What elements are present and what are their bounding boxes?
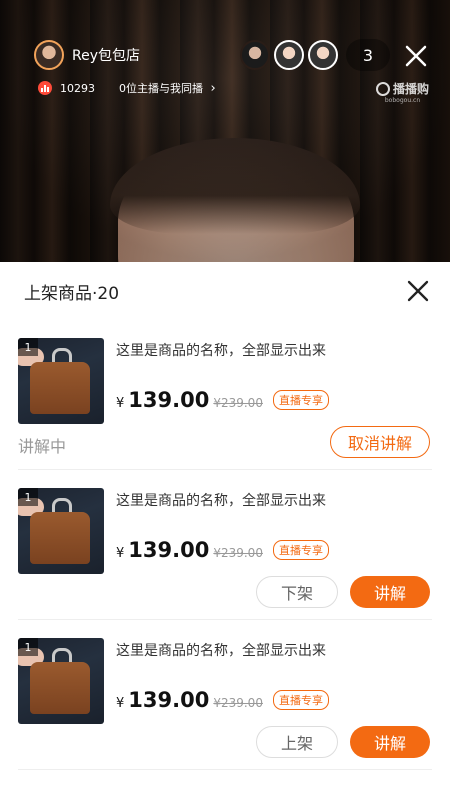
explaining-status: 讲解中 [18,437,67,456]
product-rank: 1 [18,488,38,506]
cancel-explain-button[interactable]: 取消讲解 [330,426,430,458]
product-name: 这里是商品的名称，全部显示出来 [116,343,326,359]
product-rank: 1 [18,338,38,356]
explain-button[interactable]: 讲解 [350,726,430,758]
cohost-link[interactable]: 0位主播与我同播 › [119,80,216,96]
watermark: 播播购 bobogou.cn [376,80,429,104]
close-icon [407,280,429,302]
product-price: 139.00 [128,388,210,412]
watermark-logo-icon [376,81,390,96]
like-stats-icon [38,81,52,95]
product-item[interactable]: 1 这里是商品的名称，全部显示出来 ¥ 139.00 ¥239.00 直播专享 … [18,620,432,770]
bag-shape [30,362,90,414]
list-button[interactable]: 上架 [256,726,338,758]
host-avatar[interactable] [34,40,64,70]
viewer-count[interactable]: 3 [346,39,390,71]
bag-shape [30,512,90,564]
watermark-url: bobogou.cn [384,97,421,104]
chevron-right-icon: › [210,81,216,96]
live-exclusive-badge: 直播专享 [272,390,329,410]
viewer-avatar[interactable] [274,40,304,70]
viewer-avatar[interactable] [308,40,338,70]
cohost-text: 0位主播与我同播 [119,82,203,95]
explain-button[interactable]: 讲解 [350,576,430,608]
product-price: 139.00 [128,688,210,712]
product-item[interactable]: 1 这里是商品的名称，全部显示出来 ¥ 139.00 ¥239.00 直播专享 … [18,470,432,620]
product-image[interactable]: 1 [18,488,104,574]
product-image[interactable]: 1 [18,638,104,724]
price-row: ¥ 139.00 ¥239.00 直播专享 [116,538,329,563]
original-price: ¥239.00 [213,546,263,560]
live-exclusive-badge: 直播专享 [272,540,329,560]
product-name: 这里是商品的名称，全部显示出来 [116,493,326,509]
original-price: ¥239.00 [213,696,263,710]
sheet-header: 上架商品·20 [0,262,450,320]
host-info[interactable]: Rey包包店 [34,38,154,72]
live-overlay: Rey包包店 10293 0位主播与我同播 › 3 播播购 bobogou.cn [0,0,450,110]
viewer-avatar[interactable] [240,40,270,70]
sheet-title: 上架商品·20 [24,283,120,304]
live-exclusive-badge: 直播专享 [272,690,329,710]
product-image[interactable]: 1 [18,338,104,424]
product-price: 139.00 [128,538,210,562]
likes-count: 10293 [60,81,95,95]
delist-button[interactable]: 下架 [256,576,338,608]
product-name: 这里是商品的名称，全部显示出来 [116,643,326,659]
viewer-list[interactable]: 3 [240,38,390,72]
close-icon [405,45,427,67]
original-price: ¥239.00 [213,396,263,410]
currency: ¥ [116,546,125,561]
live-stats: 10293 0位主播与我同播 › [38,80,216,96]
product-item[interactable]: 1 这里是商品的名称，全部显示出来 ¥ 139.00 ¥239.00 直播专享 … [18,320,432,470]
host-name: Rey包包店 [72,48,140,64]
close-live-button[interactable] [402,42,430,70]
price-row: ¥ 139.00 ¥239.00 直播专享 [116,688,329,713]
price-row: ¥ 139.00 ¥239.00 直播专享 [116,388,329,413]
watermark-name: 播播购 [393,82,430,96]
product-rank: 1 [18,638,38,656]
product-sheet: 上架商品·20 1 这里是商品的名称，全部显示出来 ¥ 139.00 ¥239.… [0,262,450,800]
currency: ¥ [116,696,125,711]
currency: ¥ [116,396,125,411]
sheet-close-button[interactable] [406,279,430,303]
bag-shape [30,662,90,714]
